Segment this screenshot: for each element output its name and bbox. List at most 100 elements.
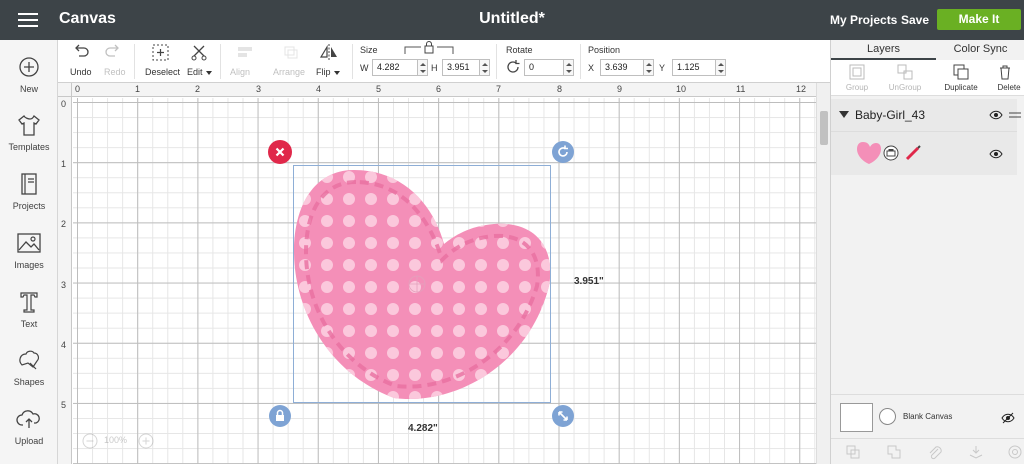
y-axis-label: Y — [659, 63, 666, 73]
rotate-handle[interactable] — [552, 141, 574, 163]
position-label: Position — [588, 45, 621, 55]
edit-dropdown[interactable]: Edit — [184, 40, 214, 83]
weld-icon[interactable] — [886, 444, 902, 460]
align-dropdown[interactable]: Align — [226, 40, 266, 83]
sidebar-item-images[interactable]: Images — [0, 230, 58, 284]
pen-color-icon[interactable] — [904, 144, 922, 162]
blank-canvas-row[interactable]: Blank Canvas — [831, 394, 1024, 438]
y-position-stepper[interactable] — [716, 59, 726, 76]
resize-handle[interactable] — [552, 405, 574, 427]
chevron-down-icon — [333, 70, 340, 75]
zoom-control[interactable]: 100% — [82, 433, 158, 453]
redo-label: Redo — [104, 67, 126, 77]
my-projects-link[interactable]: My Projects — [830, 13, 897, 27]
sidebar-item-shapes[interactable]: Shapes — [0, 347, 58, 401]
delete-label: Delete — [997, 83, 1021, 92]
undo-button[interactable]: Undo — [64, 40, 98, 83]
ruler-tick-label: 0 — [75, 84, 81, 94]
edit-scissors-icon — [191, 45, 207, 61]
save-button[interactable]: Save — [901, 13, 929, 27]
rotate-stepper[interactable] — [564, 59, 574, 76]
deselect-label: Deselect — [145, 67, 181, 77]
close-icon — [275, 147, 285, 157]
lock-aspect-icon[interactable] — [403, 41, 455, 55]
zoom-in-icon[interactable] — [138, 433, 154, 449]
lock-handle[interactable] — [269, 405, 291, 427]
layer-item-row[interactable] — [831, 131, 1017, 175]
ruler-tick-label: 11 — [736, 84, 746, 94]
selection-bounding-box — [293, 165, 551, 403]
x-position-input[interactable]: 3.639 — [600, 59, 644, 76]
ruler-tick-label: 3 — [256, 84, 262, 94]
rotate-label: Rotate — [506, 45, 533, 55]
eye-hidden-icon[interactable] — [1001, 412, 1015, 424]
document-title[interactable]: Untitled* — [479, 10, 545, 27]
redo-button[interactable]: Redo — [98, 40, 130, 83]
ruler-tick-label: 0 — [61, 99, 67, 109]
flip-dropdown[interactable]: Flip — [314, 40, 346, 83]
duplicate-button[interactable]: Duplicate — [937, 62, 985, 96]
drag-handle-icon[interactable] — [1009, 111, 1021, 119]
ruler-corner — [58, 83, 72, 97]
height-stepper[interactable] — [480, 59, 490, 76]
sidebar-item-label: New — [19, 84, 38, 94]
zoom-out-icon[interactable] — [82, 433, 98, 449]
flatten-icon[interactable] — [968, 444, 984, 460]
canvas-scrollbar[interactable] — [816, 83, 830, 464]
scrollbar-thumb[interactable] — [820, 111, 828, 145]
blank-canvas-color-picker[interactable] — [879, 408, 896, 425]
chevron-down-icon — [205, 70, 212, 75]
print-then-cut-icon[interactable] — [883, 145, 899, 161]
make-it-button[interactable]: Make It — [937, 9, 1021, 30]
toolbar-divider — [352, 44, 353, 79]
attach-icon[interactable] — [927, 444, 943, 460]
layer-group-row[interactable]: Baby-Girl_43 — [831, 99, 1021, 131]
width-dimension-label: 4.282" — [408, 423, 438, 434]
x-position-stepper[interactable] — [644, 59, 654, 76]
tab-layers[interactable]: Layers — [831, 40, 936, 60]
ruler-tick-label: 4 — [316, 84, 322, 94]
plus-circle-icon — [19, 57, 39, 77]
delete-button[interactable]: Delete — [985, 62, 1024, 96]
ruler-tick-label: 7 — [496, 84, 502, 94]
image-icon — [17, 233, 41, 253]
rotate-input[interactable]: 0 — [524, 59, 564, 76]
sidebar-item-templates[interactable]: Templates — [0, 112, 58, 166]
redo-icon — [105, 44, 119, 57]
slice-icon[interactable] — [845, 444, 861, 460]
contour-icon[interactable] — [1007, 444, 1023, 460]
sidebar-item-new[interactable]: New — [0, 54, 58, 108]
undo-icon — [75, 44, 89, 57]
design-canvas[interactable]: 0 1 2 3 4 5 6 7 8 9 10 11 12 0 1 2 3 4 5 — [58, 83, 816, 464]
arrange-dropdown[interactable]: Arrange — [270, 40, 314, 83]
shapes-icon — [19, 350, 40, 370]
width-input[interactable]: 4.282 — [372, 59, 418, 76]
ruler-left: 0 1 2 3 4 5 — [58, 97, 72, 464]
ungroup-button[interactable]: UnGroup — [881, 62, 929, 96]
sidebar-item-upload[interactable]: Upload — [0, 406, 58, 460]
rotate-icon — [507, 60, 520, 73]
tab-color-sync[interactable]: Color Sync — [936, 40, 1024, 60]
group-button[interactable]: Group — [833, 62, 881, 96]
blank-canvas-swatch[interactable] — [840, 403, 873, 432]
hamburger-menu-icon[interactable] — [18, 13, 38, 28]
layer-group-name: Baby-Girl_43 — [855, 108, 926, 122]
flip-label: Flip — [316, 67, 331, 77]
delete-handle[interactable] — [268, 140, 292, 164]
flip-icon — [319, 44, 337, 60]
left-sidebar: New Templates Projects Images Text Shape… — [0, 40, 58, 464]
expand-triangle-icon[interactable] — [839, 111, 849, 118]
width-stepper[interactable] — [418, 59, 428, 76]
eye-icon[interactable] — [989, 110, 1003, 120]
sidebar-item-text[interactable]: Text — [0, 289, 58, 343]
panel-bottom-toolbar — [831, 438, 1024, 464]
book-icon — [21, 173, 37, 195]
arrange-icon — [284, 46, 298, 59]
sidebar-item-projects[interactable]: Projects — [0, 171, 58, 225]
y-position-input[interactable]: 1.125 — [672, 59, 716, 76]
width-axis-label: W — [360, 63, 369, 73]
eye-icon[interactable] — [989, 149, 1003, 159]
ruler-tick-label: 2 — [195, 84, 201, 94]
height-input[interactable]: 3.951 — [442, 59, 480, 76]
deselect-button[interactable]: Deselect — [142, 40, 180, 83]
